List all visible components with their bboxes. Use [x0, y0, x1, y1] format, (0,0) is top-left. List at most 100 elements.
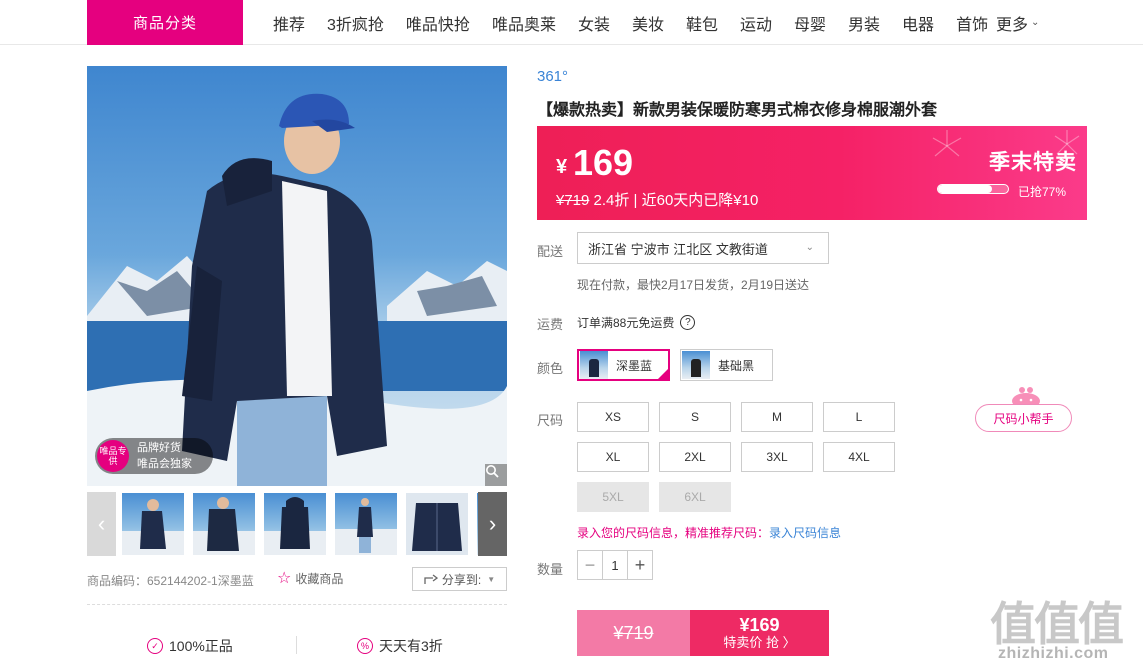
buy-original-price: ¥719: [577, 610, 690, 656]
category-menu-button[interactable]: 商品分类: [87, 0, 243, 45]
buy-button[interactable]: ¥719 ¥169 特卖价 抢 〉: [577, 610, 829, 656]
assurance-daily-discount: % 天天有3折: [357, 636, 443, 656]
top-navigation: 商品分类 推荐 3折疯抢 唯品快抢 唯品奥莱 女装 美妆 鞋包 运动 母婴 男装…: [0, 0, 1143, 45]
question-icon[interactable]: ?: [680, 315, 696, 330]
share-label: 分享到:: [441, 572, 482, 587]
exclusive-brand-badge: 唯品专供 品牌好货 唯品会独家: [95, 438, 213, 474]
thumbnail-prev-button[interactable]: ‹: [87, 492, 116, 556]
shipping-estimate: 现在付款，最快2月17日发货，2月19日送达: [577, 278, 810, 292]
product-code: 商品编码：652144202-1深墨蓝: [87, 574, 254, 588]
selected-corner-icon: [657, 368, 669, 380]
size-option-3xl[interactable]: 3XL: [741, 442, 813, 472]
share-button[interactable]: 分享到: ▼: [412, 567, 507, 591]
favorite-label: 收藏商品: [295, 571, 344, 586]
chevron-down-icon: ⌄: [805, 242, 814, 253]
exclusive-badge-text: 品牌好货 唯品会独家: [137, 440, 192, 472]
quantity-plus-button[interactable]: +: [628, 551, 652, 579]
freight-text: 订单满88元免运费: [577, 316, 675, 330]
quantity-minus-button[interactable]: −: [578, 551, 602, 579]
nav-links: 推荐 3折疯抢 唯品快抢 唯品奥莱 女装 美妆 鞋包 运动 母婴 男装 电器 首…: [262, 0, 999, 45]
size-option-6xl: 6XL: [659, 482, 731, 512]
zoom-icon[interactable]: [485, 464, 507, 486]
thumbnail-5[interactable]: [406, 493, 468, 555]
nav-item-appliances[interactable]: 电器: [902, 11, 934, 35]
product-title: 【爆款热卖】新款男装保暖防寒男式棉衣修身棉服潮外套: [537, 102, 938, 119]
size-option-l[interactable]: L: [823, 402, 895, 432]
chevron-right-icon: ›: [488, 511, 497, 536]
nav-item-recommend[interactable]: 推荐: [273, 11, 305, 35]
favorite-button[interactable]: ☆ 收藏商品: [277, 568, 343, 588]
size-option-m[interactable]: M: [741, 402, 813, 432]
size-label: 尺码: [537, 413, 564, 428]
delivery-label: 配送: [537, 244, 564, 259]
nav-item-flash-sale[interactable]: 唯品快抢: [406, 11, 470, 35]
buy-action-label: 特卖价 抢 〉: [723, 635, 796, 650]
star-icon: ☆: [277, 570, 292, 587]
assurance-daily-discount-label: 天天有3折: [379, 638, 443, 654]
original-price: ¥719: [556, 192, 590, 209]
sale-price: 169: [573, 142, 634, 183]
percent-icon: %: [357, 638, 373, 654]
freight-info: 订单满88元免运费 ?: [577, 314, 696, 331]
sold-progress-fill: [938, 185, 992, 193]
thumbnail-next-button[interactable]: ›: [478, 492, 507, 556]
assurance-authentic-label: 100%正品: [169, 638, 233, 654]
main-product-image[interactable]: 唯品专供 品牌好货 唯品会独家: [87, 66, 507, 486]
badge-line-2: 唯品会独家: [137, 458, 192, 470]
assurance-divider: [296, 636, 297, 654]
chevron-left-icon: ‹: [97, 511, 106, 536]
size-option-s[interactable]: S: [659, 402, 731, 432]
size-option-2xl[interactable]: 2XL: [659, 442, 731, 472]
nav-item-beauty[interactable]: 美妆: [632, 11, 664, 35]
nav-more-menu[interactable]: 更多 ⌄: [996, 0, 1039, 45]
size-record-note: 录入您的尺码信息，精准推荐尺码：录入尺码信息: [577, 524, 841, 541]
thumbnail-strip: ‹ ›: [87, 492, 507, 556]
color-swatch-black: [682, 351, 710, 379]
nav-item-sports[interactable]: 运动: [740, 11, 772, 35]
brand-link[interactable]: 361°: [537, 68, 568, 85]
size-note-text: 录入您的尺码信息，精准推荐尺码：: [577, 526, 770, 540]
address-value: 浙江省 宁波市 江北区 文教街道: [588, 241, 768, 257]
sold-progress-bar: [937, 184, 1009, 194]
quantity-value[interactable]: 1: [602, 551, 628, 579]
color-option-label: 深墨蓝: [616, 358, 653, 373]
nav-more-label: 更多: [996, 16, 1029, 34]
size-option-xl[interactable]: XL: [577, 442, 649, 472]
color-option-black[interactable]: 基础黑: [680, 349, 773, 381]
product-meta-row: 商品编码：652144202-1深墨蓝 ☆ 收藏商品 分享到: ▼: [87, 565, 507, 593]
nav-item-men[interactable]: 男装: [848, 11, 880, 35]
address-selector[interactable]: 浙江省 宁波市 江北区 文教街道 ⌄: [577, 232, 829, 264]
shield-check-icon: ✓: [147, 638, 163, 654]
price-currency: ¥: [556, 156, 568, 178]
thumbnail-4[interactable]: [335, 493, 397, 555]
discount-info: 2.4折 | 近60天内已降¥10: [589, 192, 759, 209]
badge-line-1: 品牌好货: [137, 442, 181, 454]
thumbnail-1[interactable]: [122, 493, 184, 555]
product-photo-illustration: [87, 93, 507, 486]
buy-sale-section: ¥169 特卖价 抢 〉: [690, 610, 829, 656]
nav-item-outlet[interactable]: 唯品奥莱: [492, 11, 556, 35]
quantity-label: 数量: [537, 562, 564, 577]
nav-item-women[interactable]: 女装: [578, 11, 610, 35]
size-helper-button[interactable]: 尺码小帮手: [975, 404, 1072, 432]
nav-item-shoes-bags[interactable]: 鞋包: [686, 11, 718, 35]
thumbnail-3[interactable]: [264, 493, 326, 555]
color-option-navy[interactable]: 深墨蓝: [577, 349, 670, 381]
share-icon: [424, 574, 438, 584]
quantity-stepper: − 1 +: [577, 550, 653, 580]
size-option-xs[interactable]: XS: [577, 402, 649, 432]
exclusive-badge-circle: 唯品专供: [97, 440, 129, 472]
price-banner: ¥ 169 ¥719 2.4折 | 近60天内已降¥10 季末特卖 已抢77%: [537, 126, 1087, 220]
nav-item-jewelry[interactable]: 首饰: [956, 11, 988, 35]
color-option-label: 基础黑: [718, 358, 755, 373]
price-subline: ¥719 2.4折 | 近60天内已降¥10: [556, 189, 758, 210]
color-label: 颜色: [537, 361, 564, 376]
caret-down-icon: ▼: [487, 574, 496, 584]
size-record-link[interactable]: 录入尺码信息: [769, 526, 841, 540]
watermark-url: zhizhizhi.com: [998, 645, 1109, 662]
thumbnail-2[interactable]: [193, 493, 255, 555]
season-sale-label: 季末特卖: [989, 151, 1077, 174]
nav-item-baby[interactable]: 母婴: [794, 11, 826, 35]
size-option-4xl[interactable]: 4XL: [823, 442, 895, 472]
nav-item-30pct-off[interactable]: 3折疯抢: [327, 11, 384, 35]
